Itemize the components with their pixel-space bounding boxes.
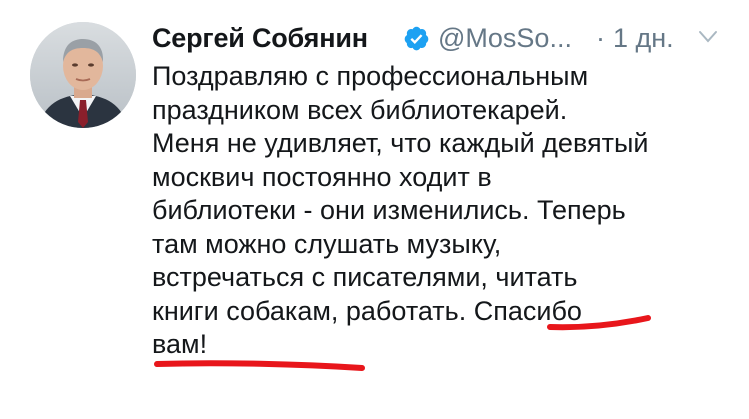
verified-badge-icon [404,26,429,51]
tweet-text-line: Поздравляю с профессиональным [152,61,589,91]
tweet-text-line: вам! [152,329,208,359]
tweet-card: Сергей Собянин @MosSo... · 1 дн. Поздрав… [0,0,749,419]
avatar[interactable] [30,22,136,128]
tweet-text-line: москвич постоянно ходит в [152,161,492,192]
tweet-text-line: там можно слушать музыку, [152,228,502,259]
tweet-text-line: праздником всех библиотекарей. [152,94,568,125]
chevron-down-icon[interactable] [698,29,718,45]
tweet-header: Сергей Собянин @MosSo... · 1 дн. [152,18,729,58]
tweet-text-line: книги собакам, работать. Спасибо [152,295,582,326]
author-handle[interactable]: @MosSo... [438,18,572,58]
tweet-timestamp[interactable]: 1 дн. [613,18,674,58]
header-separator: · [596,23,605,53]
author-name[interactable]: Сергей Собянин [152,18,368,58]
tweet-text-line: библиотеки - они изменились. Теперь [152,195,626,225]
tweet-text-line: встречаться с писателями, читать [152,262,578,292]
tweet-text-line: Меня не удивляет, что каждый девятый [152,128,649,158]
tweet-text: Поздравляю с профессиональным праздником… [152,60,732,362]
underline-knigi-sobakam [154,360,365,371]
